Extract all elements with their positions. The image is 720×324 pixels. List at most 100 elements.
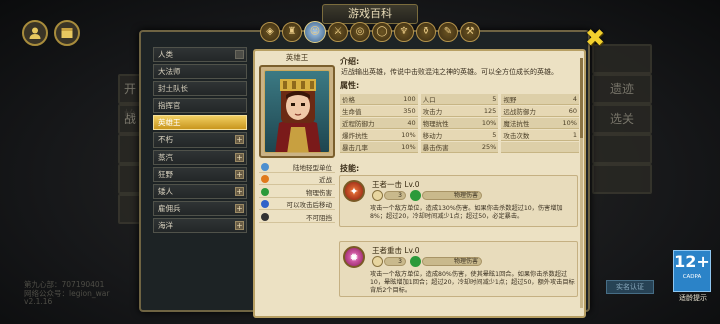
intro-text: 近战输出英雄，传说中击败混沌之神的英雄。可以全方位成长的英雄。 [341,68,558,76]
stat-cell: 攻击力 125 [420,106,499,117]
expand-icon[interactable]: + [235,169,244,179]
person-icon [29,27,41,39]
category-label: 矮人 [158,186,173,196]
hero-portrait [264,70,330,153]
skill-description: 攻击一个敌方单位，造成80%伤害，使其晕眩1回合。如果你击杀数超过10，晕眩增加… [370,271,575,294]
stat-cell: 人口 5 [420,94,499,105]
stat-value: 125 [483,107,497,115]
category-label: 大法师 [158,67,181,77]
category-item[interactable]: 蒸汽 + [153,149,247,165]
shop-button[interactable] [54,20,80,46]
category-label: 指挥官 [158,101,181,111]
category-item[interactable]: 不朽 + [153,132,247,148]
bg-ruins-button: 遗迹 [592,74,652,104]
tab-spiral-icon[interactable]: ◎ [350,22,370,42]
tab-totem-icon[interactable]: ♆ [394,22,414,42]
skills-label: 技能: [340,164,360,173]
move-icon [261,200,269,209]
stat-name: 视野 [503,96,517,104]
stat-value: 10% [481,119,497,127]
hero-portrait-frame [259,65,335,158]
physical-damage-icon [410,190,421,201]
fire-strike-icon: ✦ [343,180,365,202]
stat-cell: 暴击几率 10% [340,142,418,153]
category-item[interactable]: 狂野 + [153,166,247,182]
tab-book-icon[interactable]: ✎ [438,22,458,42]
age-rating-org: CADPA [682,274,702,280]
tab-helmet-icon[interactable]: ♜ [282,22,302,42]
stat-cell: 暴击伤害 25% [420,142,499,153]
trait-row: 陆地轻型单位 [259,162,335,173]
expand-icon[interactable]: + [235,135,244,145]
stat-value: 25% [481,143,497,151]
category-label: 海洋 [158,220,173,230]
skill-description: 攻击一个敌方单位，造成130%伤害。如果你击杀数超过10，伤害增加8%；超过20… [370,205,563,220]
trait-row: 不可阻挡 [259,212,335,223]
skill-damage-type: 物理伤害 [422,191,482,200]
footer-version: v2.1.16 [24,297,53,306]
tab-shield-icon[interactable]: ◈ [260,22,280,42]
physical-damage-icon [410,256,421,267]
profile-button[interactable] [22,20,48,46]
expand-icon[interactable]: + [235,203,244,213]
physical-damage-icon [261,187,269,196]
stat-name: 移动力 [422,132,443,140]
expand-icon[interactable]: + [235,186,244,196]
skill-name: 王者重击 Lv.0 [372,246,420,255]
category-item[interactable]: 指挥官 [153,98,247,114]
melee-icon [261,175,269,184]
tab-hero-icon[interactable]: ☺ [304,21,326,43]
intro-label: 介绍: [340,57,360,66]
category-item[interactable]: 大法师 [153,64,247,80]
stat-value: 4 [572,95,577,103]
tab-sword-icon[interactable]: ⚔ [328,22,348,42]
expand-icon[interactable]: + [235,220,244,230]
stat-cell: 魔法抗性 10% [501,118,579,129]
stat-value: 10% [401,143,416,151]
close-icon[interactable]: ✖ [583,26,607,50]
trait-label: 近战 [319,176,332,185]
stats-grid: 价格 100 人口 5 视野 4 生命值 350 攻击力 125 远战防御力 60 近程防御… [340,94,579,153]
trait-row: 可以攻击后移动 [259,200,335,210]
stat-name: 人口 [422,96,436,104]
tab-tools-icon[interactable]: ⚒ [460,22,480,42]
category-list: 人类 大法师 封土队长 指挥官 英雄王 不朽 + 蒸汽 + 狂野 + 矮人 + 雇佣兵 +… [153,47,247,234]
expand-icon[interactable]: + [235,152,244,162]
panel-title: 游戏百科 [322,4,418,24]
tab-potion-icon[interactable]: ⚱ [416,22,436,42]
category-item[interactable]: 封土队长 [153,81,247,97]
scrollbar-thumb[interactable] [580,58,583,138]
stats-label: 属性: [340,81,360,90]
stat-cell: 移动力 5 [420,130,499,141]
category-item[interactable]: 海洋 + [153,217,247,234]
category-label: 英雄王 [158,118,181,128]
collapse-icon[interactable] [235,50,244,59]
category-item[interactable]: 人类 [153,47,247,63]
stat-name: 攻击力 [422,108,443,116]
chest-icon [61,28,73,38]
stat-value: 5 [492,131,497,139]
category-label: 不朽 [158,135,173,145]
stat-value: 10% [562,119,577,127]
unstoppable-icon [261,212,269,221]
bg-right-button-4 [592,134,652,164]
category-item-selected[interactable]: 英雄王 [153,115,247,131]
tab-ring-icon[interactable]: ◯ [372,22,392,42]
trait-row: 近战 [259,175,335,185]
stat-name: 生命值 [342,108,362,116]
stat-name: 远战防御力 [503,108,536,116]
category-label: 狂野 [158,169,173,179]
stat-cell: 爆炸抗性 10% [340,130,418,141]
category-item[interactable]: 雇佣兵 + [153,200,247,216]
land-icon [261,162,269,171]
category-label: 雇佣兵 [158,203,181,213]
category-tab-bar: ◈ ♜ ☺ ⚔ ◎ ◯ ♆ ⚱ ✎ ⚒ [260,21,480,46]
category-item[interactable]: 矮人 + [153,183,247,199]
category-label: 蒸汽 [158,152,173,162]
skill-card: ✦ 王者一击 Lv.0 3 物理伤害 攻击一个敌方单位，造成130%伤害。如果你… [339,175,578,227]
bg-right-button-5 [592,164,652,194]
stat-cell: 近程防御力 40 [340,118,418,129]
stat-cell: 生命值 350 [340,106,418,117]
category-label: 封土队长 [158,84,188,94]
verify-button[interactable]: 实名认证 [606,280,654,294]
